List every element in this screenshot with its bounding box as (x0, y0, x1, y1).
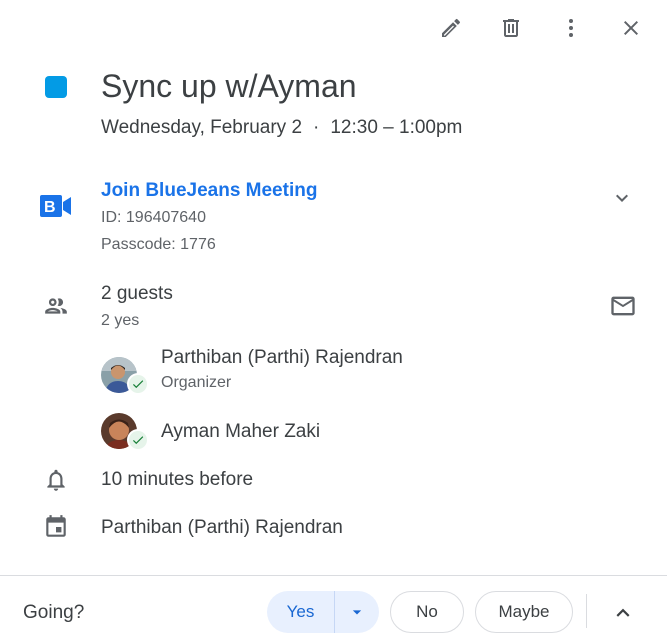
close-icon (624, 21, 638, 35)
chevron-up-icon (616, 608, 630, 617)
pencil-icon (442, 18, 461, 37)
check-icon (132, 436, 144, 445)
expand-conference-button[interactable] (604, 184, 640, 212)
rsvp-options-dropdown[interactable] (335, 591, 379, 633)
svg-text:B: B (44, 199, 56, 216)
rsvp-maybe-button[interactable]: Maybe (475, 591, 573, 633)
rsvp-label: Going? (23, 602, 85, 623)
meeting-passcode: Passcode: 1776 (101, 236, 216, 253)
event-title: Sync up w/Ayman (101, 68, 357, 104)
check-icon (132, 380, 144, 389)
guest-name: Parthiban (Parthi) Rajendran (161, 347, 403, 368)
guests-icon (40, 290, 72, 322)
event-date: Wednesday, February 2 (101, 117, 303, 138)
accepted-badge (127, 429, 149, 451)
chevron-down-icon (616, 194, 628, 202)
calendar-icon (40, 511, 72, 543)
datetime-separator: · (313, 117, 320, 138)
event-datetime: Wednesday, February 2 · 12:30 – 1:00pm (101, 117, 462, 139)
event-time: 12:30 – 1:00pm (330, 117, 463, 138)
guest-name: Ayman Maher Zaki (161, 421, 321, 442)
email-guests-button[interactable] (604, 290, 642, 322)
bell-icon (40, 464, 72, 496)
bluejeans-logo: B (40, 195, 71, 217)
rsvp-yes-button[interactable]: Yes (267, 591, 334, 633)
collapse-button[interactable] (606, 598, 640, 628)
footer-separator (586, 594, 587, 628)
guest-role: Organizer (161, 374, 232, 391)
meeting-id: ID: 196407640 (101, 209, 206, 226)
edit-event-button[interactable] (427, 8, 475, 48)
caret-down-icon (352, 610, 362, 615)
calendar-owner: Parthiban (Parthi) Rajendran (101, 517, 343, 538)
event-details-card: Sync up w/Ayman Wednesday, February 2 · 12… (0, 0, 667, 643)
delete-event-button[interactable] (487, 8, 535, 48)
accepted-badge (127, 373, 149, 395)
join-bluejeans-link[interactable]: Join BlueJeans Meeting (101, 180, 317, 202)
more-options-button[interactable] (547, 8, 595, 48)
footer-divider (0, 575, 667, 576)
trash-icon (503, 19, 519, 37)
reminder-text: 10 minutes before (101, 469, 254, 490)
guests-rsvp-summary: 2 yes (101, 312, 140, 329)
rsvp-no-button[interactable]: No (390, 591, 464, 633)
mail-icon (611, 296, 635, 316)
guests-count: 2 guests (101, 283, 173, 304)
rsvp-yes-group: Yes (267, 591, 379, 633)
event-color-square (45, 76, 67, 98)
more-vert-icon (569, 19, 573, 37)
event-toolbar (427, 8, 655, 48)
close-button[interactable] (607, 8, 655, 48)
